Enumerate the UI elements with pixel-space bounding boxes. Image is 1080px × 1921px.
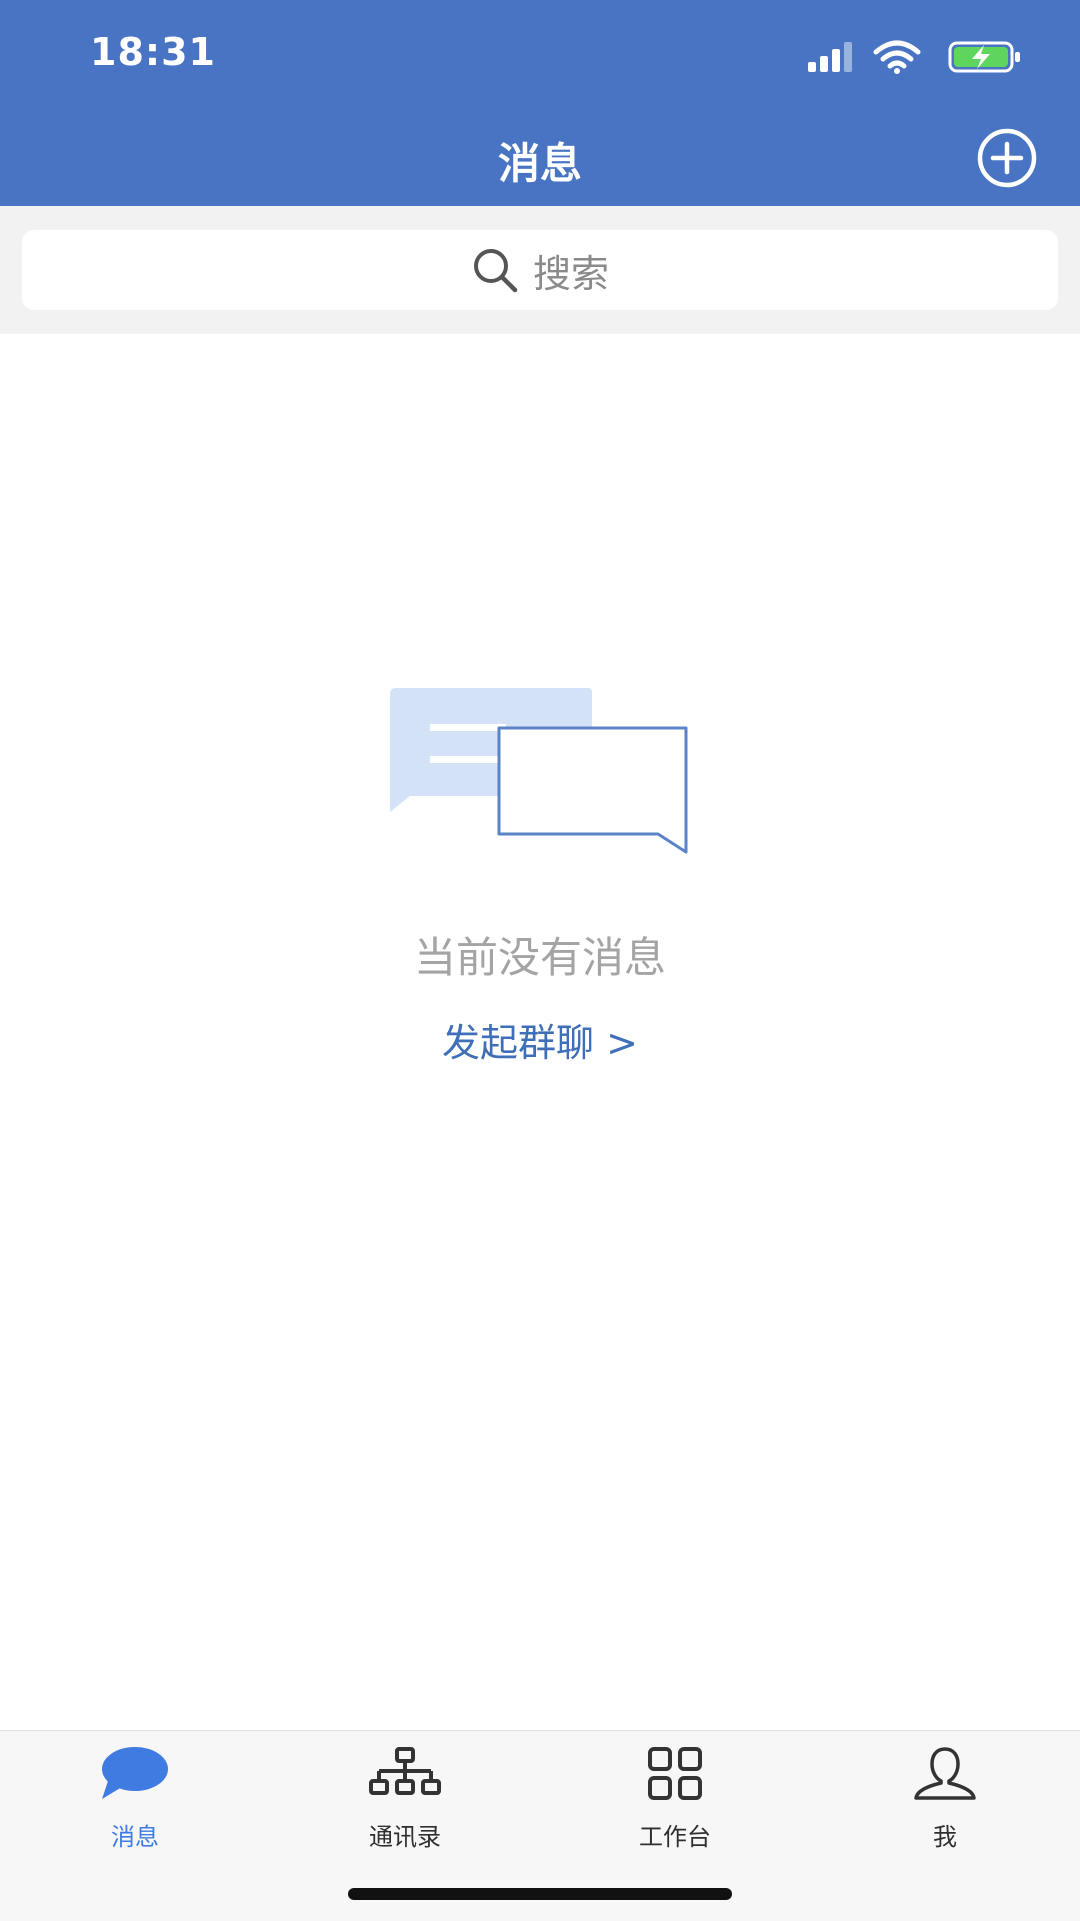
tab-label: 我: [933, 1823, 957, 1851]
status-time: 18:31: [90, 30, 216, 74]
user-icon: [914, 1747, 976, 1800]
search-area: 搜索: [0, 206, 1080, 334]
search-icon: [473, 249, 518, 293]
org-chart-icon: [369, 1747, 441, 1795]
search-placeholder: 搜索: [532, 251, 609, 296]
empty-message: 当前没有消息: [413, 933, 666, 982]
tab-label: 工作台: [639, 1823, 711, 1851]
search-input[interactable]: 搜索: [22, 230, 1058, 310]
tab-me[interactable]: 我: [810, 1731, 1080, 1851]
tab-workbench[interactable]: 工作台: [540, 1731, 810, 1851]
chat-bubble-icon: [102, 1747, 168, 1799]
app-header: 18:31 消息: [0, 0, 1080, 206]
home-indicator: [348, 1888, 732, 1900]
battery-charging-icon: [948, 41, 1020, 73]
add-button[interactable]: [976, 127, 1038, 189]
cellular-signal-icon: [808, 42, 852, 72]
tab-label: 通讯录: [369, 1823, 441, 1851]
status-icons: [808, 40, 1028, 74]
page-title: 消息: [497, 139, 582, 188]
empty-chat-illustration: [390, 688, 688, 854]
tab-label: 消息: [111, 1823, 159, 1851]
grid-icon: [648, 1747, 702, 1800]
start-group-chat-link[interactable]: 发起群聊 >: [0, 1012, 1080, 1067]
tab-messages[interactable]: 消息: [0, 1731, 270, 1851]
wifi-icon: [873, 40, 921, 74]
tab-contacts[interactable]: 通讯录: [270, 1731, 540, 1851]
